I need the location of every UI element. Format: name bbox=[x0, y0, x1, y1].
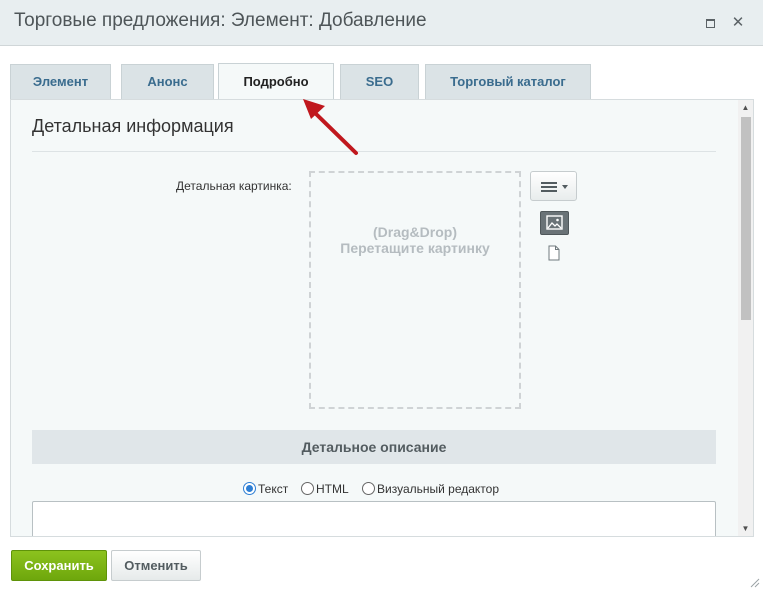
cancel-button[interactable]: Отменить bbox=[111, 550, 201, 581]
tab-element[interactable]: Элемент bbox=[10, 64, 111, 100]
tab-seo[interactable]: SEO bbox=[340, 64, 419, 100]
chevron-down-icon bbox=[562, 185, 568, 189]
dropzone-hint-dragdrop: (Drag&Drop) bbox=[373, 224, 457, 240]
close-icon[interactable]: ✕ bbox=[731, 15, 745, 30]
radio-dot bbox=[243, 482, 256, 495]
dropzone-hint-text: Перетащите картинку bbox=[340, 240, 490, 256]
scroll-down-arrow-icon[interactable]: ▼ bbox=[738, 521, 753, 536]
mode-html-label: HTML bbox=[316, 482, 349, 496]
tab-content-panel: Детальная информация Детальная картинка:… bbox=[10, 99, 754, 537]
vertical-scrollbar[interactable]: ▲ ▼ bbox=[738, 100, 753, 536]
image-icon[interactable] bbox=[540, 211, 569, 235]
maximize-icon[interactable] bbox=[703, 16, 717, 30]
tab-trade-catalog[interactable]: Торговый каталог bbox=[425, 64, 591, 100]
detail-picture-label: Детальная картинка: bbox=[176, 179, 292, 193]
section-divider bbox=[32, 151, 716, 152]
section-title: Детальная информация bbox=[32, 116, 234, 136]
window-title: Торговые предложения: Элемент: Добавлени… bbox=[14, 10, 427, 31]
scroll-up-arrow-icon[interactable]: ▲ bbox=[738, 100, 753, 115]
radio-dot bbox=[301, 482, 314, 495]
description-header: Детальное описание bbox=[32, 430, 716, 464]
mode-text-label: Текст bbox=[258, 482, 289, 496]
description-textarea[interactable] bbox=[32, 501, 716, 536]
window-titlebar: Торговые предложения: Элемент: Добавлени… bbox=[0, 0, 763, 46]
mode-visual-editor-label: Визуальный редактор bbox=[377, 482, 500, 496]
scrollbar-thumb[interactable] bbox=[741, 117, 751, 320]
save-button[interactable]: Сохранить bbox=[11, 550, 107, 581]
radio-dot bbox=[362, 482, 375, 495]
file-icon[interactable] bbox=[548, 245, 560, 261]
hamburger-menu-icon bbox=[541, 182, 557, 192]
resize-grip-icon[interactable] bbox=[750, 578, 760, 588]
image-dropzone[interactable]: (Drag&Drop) Перетащите картинку bbox=[309, 171, 521, 409]
tab-details[interactable]: Подробно bbox=[218, 63, 334, 100]
picture-menu-button[interactable] bbox=[530, 171, 577, 201]
tab-announce[interactable]: Анонс bbox=[121, 64, 214, 100]
